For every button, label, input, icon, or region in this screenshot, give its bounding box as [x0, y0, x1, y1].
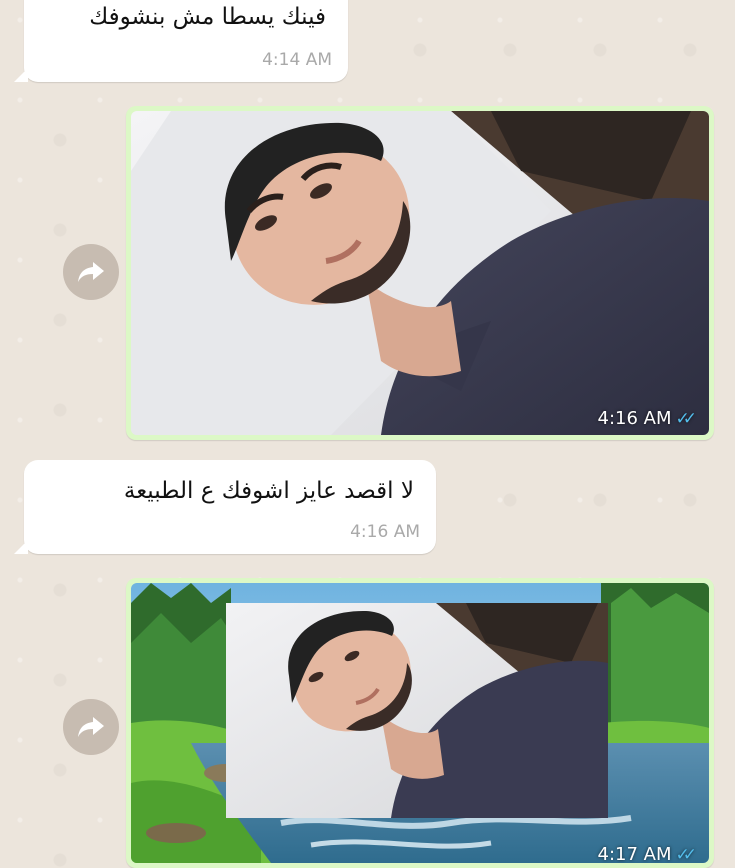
- message-text: لا اقصد عايز اشوفك ع الطبيعة: [123, 478, 414, 504]
- photo[interactable]: 4:17 AM ✓✓: [131, 583, 709, 863]
- forward-arrow-icon: [78, 717, 104, 737]
- message-text: فينك يسطا مش بنشوفك: [89, 4, 326, 30]
- nature-collage-photo: [131, 583, 709, 863]
- message-timestamp: 4:14 AM: [262, 50, 332, 70]
- photo-time-text: 4:16 AM: [597, 408, 672, 429]
- forward-arrow-icon: [78, 262, 104, 282]
- outgoing-photo-message-2[interactable]: 4:17 AM ✓✓: [126, 578, 714, 868]
- photo-time-text: 4:17 AM: [597, 844, 672, 863]
- double-check-read-icon: ✓✓: [675, 408, 697, 429]
- incoming-message-1[interactable]: فينك يسطا مش بنشوفك 4:14 AM: [14, 0, 348, 82]
- forward-button[interactable]: [63, 699, 119, 755]
- incoming-message-2[interactable]: لا اقصد عايز اشوفك ع الطبيعة 4:16 AM: [14, 460, 436, 554]
- double-check-read-icon: ✓✓: [675, 844, 697, 864]
- selfie-photo: [131, 111, 709, 435]
- forward-button[interactable]: [63, 244, 119, 300]
- photo-timestamp: 4:16 AM ✓✓: [598, 408, 698, 429]
- photo[interactable]: 4:16 AM ✓✓: [131, 111, 709, 435]
- outgoing-photo-message-1[interactable]: 4:16 AM ✓✓: [126, 106, 714, 440]
- message-timestamp: 4:16 AM: [350, 522, 420, 542]
- photo-timestamp: 4:17 AM ✓✓: [598, 844, 698, 863]
